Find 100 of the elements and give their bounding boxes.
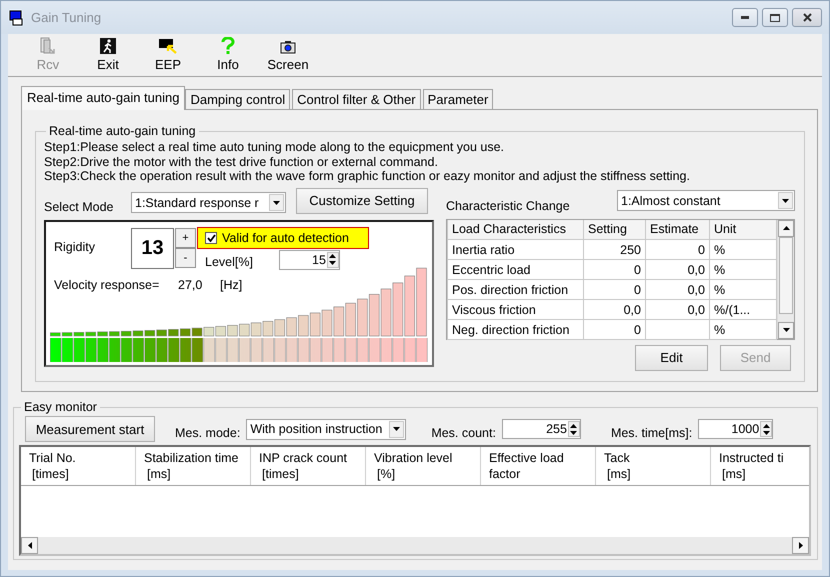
checkbox-label: Valid for auto detection bbox=[222, 230, 349, 244]
rigidity-label: Rigidity bbox=[54, 240, 96, 254]
down-arrow-icon bbox=[762, 430, 770, 434]
bar bbox=[368, 294, 380, 336]
table-cell: 250 bbox=[584, 240, 646, 260]
table-cell: 0,0 bbox=[646, 280, 710, 300]
customize-setting-button[interactable]: Customize Setting bbox=[296, 188, 428, 214]
count-spinbox[interactable]: 255 bbox=[502, 419, 581, 439]
up-arrow-icon bbox=[782, 226, 790, 230]
mode-dropdown[interactable]: 1:Standard response r bbox=[131, 192, 286, 213]
down-arrow-icon bbox=[329, 261, 336, 265]
decrease-button[interactable]: - bbox=[175, 248, 196, 268]
table-cell: Eccentric load bbox=[448, 260, 584, 280]
instruction-text: Step1:Please select a real time auto tuning mode along to the equicpment you use. bbox=[44, 140, 506, 154]
up-arrow-icon bbox=[762, 424, 770, 428]
running-man-icon bbox=[99, 37, 117, 55]
close-icon bbox=[802, 13, 812, 22]
checkmark-icon bbox=[206, 234, 216, 242]
velocity-unit: [Hz] bbox=[220, 278, 242, 292]
tab[interactable]: Control filter & Other bbox=[292, 89, 421, 110]
column-header: Setting bbox=[584, 220, 646, 240]
bar bbox=[345, 302, 356, 336]
bar bbox=[215, 326, 226, 336]
bar bbox=[180, 328, 191, 336]
level-label: Level[%] bbox=[205, 254, 253, 268]
column-header: Tack [ms] bbox=[596, 447, 711, 485]
bar bbox=[392, 282, 404, 336]
increase-button[interactable]: + bbox=[175, 228, 196, 248]
table-cell: 0 bbox=[646, 240, 710, 260]
up-arrow-icon bbox=[329, 254, 336, 258]
table-cell: 0,0 bbox=[646, 300, 710, 320]
table-cell: Neg. direction friction bbox=[448, 320, 584, 340]
minimize-button[interactable] bbox=[732, 8, 758, 27]
bar bbox=[298, 314, 309, 336]
tab[interactable]: Damping control bbox=[185, 89, 290, 110]
dropdown-arrow-icon bbox=[393, 427, 400, 431]
bar bbox=[404, 275, 415, 336]
horizontal-scrollbar[interactable] bbox=[21, 537, 809, 554]
bar bbox=[250, 322, 262, 336]
column-header: Vibration level [%] bbox=[366, 447, 481, 485]
dropdown-arrow-icon bbox=[273, 200, 280, 204]
table-cell: 0,0 bbox=[584, 300, 646, 320]
vertical-scrollbar[interactable] bbox=[777, 220, 794, 338]
down-arrow-icon bbox=[782, 328, 790, 332]
bar bbox=[286, 316, 297, 336]
tab[interactable]: Real-time auto-gain tuning bbox=[21, 86, 186, 110]
characteristic-dropdown[interactable]: 1:Almost constant bbox=[617, 190, 795, 211]
table-cell: 0,0 bbox=[646, 260, 710, 280]
column-header: Instructed ti [ms] bbox=[718, 450, 785, 483]
instruction-text: Step3:Check the operation result with the wave form graphic function or eazy monitor and adjust the stiffness setting. bbox=[44, 169, 691, 184]
table-cell: Viscous friction bbox=[448, 300, 584, 320]
chip-arrow-icon bbox=[157, 37, 179, 55]
tab[interactable]: Parameter bbox=[422, 89, 494, 110]
right-arrow-icon bbox=[798, 542, 802, 549]
dropdown-arrow-icon bbox=[782, 198, 789, 202]
window-title: Gain Tuning bbox=[31, 10, 102, 25]
toolbar-button[interactable]: Screen bbox=[258, 37, 318, 76]
column-header: Estimate bbox=[646, 220, 710, 240]
velocity-label: Velocity response= bbox=[54, 278, 160, 292]
toolbar-button[interactable]: Exit bbox=[78, 37, 138, 76]
minimize-icon bbox=[741, 16, 749, 19]
edit-button[interactable]: Edit bbox=[635, 344, 708, 370]
table-cell: Inertia ratio bbox=[448, 240, 584, 260]
document-arrow-icon bbox=[39, 37, 57, 55]
auto-detection-checkbox[interactable]: Valid for auto detection bbox=[197, 226, 369, 248]
instruction-text: Step2:Drive the motor with the test drive function or external command. bbox=[44, 154, 439, 169]
column-header: Unit bbox=[710, 220, 776, 240]
measurement-start-button[interactable]: Measurement start bbox=[25, 416, 155, 442]
column-header: Stabilization time [ms] bbox=[136, 447, 251, 485]
column-header: Trial No. [times] bbox=[21, 447, 136, 485]
toolbar-button[interactable]: Info bbox=[198, 37, 258, 76]
characteristic-change-label: Characteristic Change bbox=[446, 198, 570, 212]
bar bbox=[310, 312, 320, 336]
table-cell: 0 bbox=[584, 260, 646, 280]
select-mode-label: Select Mode bbox=[44, 200, 114, 214]
mode-dropdown[interactable]: With position instruction bbox=[246, 418, 406, 440]
bar bbox=[334, 306, 344, 336]
bar bbox=[322, 309, 332, 336]
time-label: Mes. time[ms]: bbox=[610, 426, 692, 440]
left-arrow-icon bbox=[28, 542, 32, 549]
table-cell: Pos. direction friction bbox=[448, 280, 584, 300]
question-mark-icon bbox=[221, 37, 235, 55]
group-title: Real-time auto-gain tuning bbox=[48, 124, 197, 138]
bar bbox=[380, 288, 392, 336]
bar bbox=[416, 267, 427, 336]
close-button[interactable] bbox=[792, 8, 822, 27]
maximize-button[interactable] bbox=[762, 8, 788, 27]
bar bbox=[357, 298, 368, 336]
bar bbox=[204, 326, 214, 336]
bar bbox=[227, 324, 238, 336]
time-spinbox[interactable]: 1000 bbox=[698, 419, 774, 439]
table-cell: 0 bbox=[584, 280, 646, 300]
maximize-icon bbox=[770, 14, 780, 22]
column-header: Effective load factor bbox=[481, 447, 596, 485]
toolbar-button[interactable]: EEP bbox=[138, 37, 198, 76]
column-header: INP crack count [times] bbox=[251, 447, 366, 485]
level-spinbox[interactable]: 15 bbox=[278, 250, 340, 270]
down-arrow-icon bbox=[570, 430, 578, 434]
checkbox[interactable] bbox=[205, 232, 217, 244]
app-icon bbox=[9, 10, 25, 26]
